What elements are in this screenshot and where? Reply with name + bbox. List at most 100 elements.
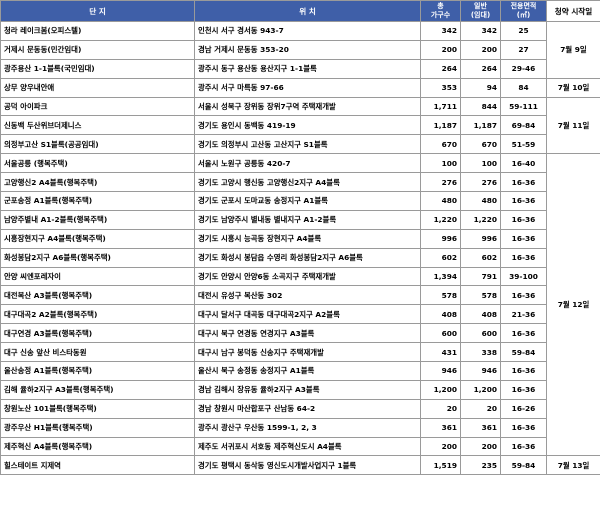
complex-name: 대구연경 A3블록(행복주택)	[0, 323, 195, 344]
table-row: 시흥장현지구 A4블록(행복주택) 경기도 시흥시 능곡동 장현지구 A4블록 …	[0, 228, 600, 249]
table-row: 대구연경 A3블록(행복주택) 대구시 북구 연경동 연경지구 A3블록 600…	[0, 323, 600, 344]
table-row: 대구대곡2 A2블록(행복주택) 대구시 달서구 대곡동 대구대곡2지구 A2블…	[0, 304, 600, 325]
complex-name: 제주혁신 A4블록(행복주택)	[0, 436, 195, 457]
general-units: 264	[460, 58, 501, 79]
header-general-bottom: (임대)	[470, 11, 491, 19]
table-row: 안양 씨엔포레자이 경기도 안양시 안양6동 소곡지구 주택재개발 1,394 …	[0, 266, 600, 287]
complex-location: 광주시 동구 용산동 용산지구 1-1블록	[194, 58, 421, 79]
total-units: 1,711	[420, 96, 461, 117]
general-units: 1,200	[460, 379, 501, 400]
complex-location: 경기도 안양시 안양6동 소곡지구 주택재개발	[194, 266, 421, 287]
total-units: 1,220	[420, 209, 461, 230]
header-total-units-top: 총	[437, 2, 444, 10]
general-units: 791	[460, 266, 501, 287]
exclusive-area: 16-36	[500, 247, 547, 268]
total-units: 276	[420, 172, 461, 193]
complex-location: 경기도 군포시 도마교동 송정지구 A1블록	[194, 191, 421, 211]
complex-location: 경기도 용인시 동백동 419-19	[194, 115, 421, 136]
complex-name: 안양 씨엔포레자이	[0, 266, 195, 287]
complex-name: 서울공릉 (행복주택)	[0, 153, 195, 174]
table-row: 힐스테이트 지제역 경기도 평택시 동삭동 영신도시개발사업지구 1블록 1,5…	[0, 455, 600, 476]
exclusive-area: 84	[500, 77, 547, 98]
complex-name: 화성봉담2지구 A6블록(행복주택)	[0, 247, 195, 268]
complex-name: 울산송정 A1블록(행복주택)	[0, 361, 195, 381]
total-units: 602	[420, 247, 461, 268]
table-row: 대전복산 A3블록(행복주택) 대전시 유성구 복산동 302 578 578 …	[0, 285, 600, 306]
start-date: 7월 10일	[546, 77, 600, 98]
complex-location: 경기도 시흥시 능곡동 장현지구 A4블록	[194, 228, 421, 249]
header-general: 일반 (임대)	[460, 0, 501, 22]
complex-name: 시흥장현지구 A4블록(행복주택)	[0, 228, 195, 249]
complex-location: 인천시 서구 경서동 943-7	[194, 21, 421, 41]
exclusive-area: 25	[500, 21, 547, 41]
table-row: 창원노산 101블록(행복주택) 경남 창원시 마산합포구 산남동 64-2 2…	[0, 398, 600, 419]
complex-location: 제주도 서귀포시 서호동 제주혁신도시 A4블록	[194, 436, 421, 457]
complex-location: 울산시 북구 송정동 송정지구 A1블록	[194, 361, 421, 381]
complex-name: 고양행신2 A4블록(행복주택)	[0, 172, 195, 193]
table-row: 신동백 두산위브더제니스 경기도 용인시 동백동 419-19 1,187 1,…	[0, 115, 600, 136]
exclusive-area: 16-36	[500, 417, 547, 438]
start-date: 7월 9일	[546, 21, 600, 79]
start-date: 7월 11일	[546, 96, 600, 155]
total-units: 200	[420, 39, 461, 60]
complex-name: 광주용산 1-1블록(국민임대)	[0, 58, 195, 79]
complex-location: 대구시 남구 봉덕동 신송지구 주택재개발	[194, 342, 421, 363]
general-units: 670	[460, 134, 501, 155]
general-units: 100	[460, 153, 501, 174]
general-units: 338	[460, 342, 501, 363]
header-total-units: 총 가구수	[420, 0, 461, 22]
start-date: 7월 12일	[546, 153, 600, 457]
header-location: 위 치	[194, 0, 421, 22]
subscription-schedule-table: 단 지 위 치 총 가구수 일반 (임대) 전용면적 (㎡) 청약 시작일 청라…	[0, 0, 600, 476]
total-units: 353	[420, 77, 461, 98]
exclusive-area: 51-59	[500, 134, 547, 155]
complex-location: 서울시 노원구 공릉동 420-7	[194, 153, 421, 174]
total-units: 1,519	[420, 455, 461, 476]
table-row: 울산송정 A1블록(행복주택) 울산시 북구 송정동 송정지구 A1블록 946…	[0, 361, 600, 381]
complex-name: 힐스테이트 지제역	[0, 455, 195, 476]
general-units: 408	[460, 304, 501, 325]
table-row: 청라 레이크봄(오피스텔) 인천시 서구 경서동 943-7 342 342 2…	[0, 21, 600, 79]
table-row: 대구 신송 앞산 비스타동원 대구시 남구 봉덕동 신송지구 주택재개발 431…	[0, 342, 600, 363]
header-date: 청약 시작일	[546, 0, 600, 22]
general-units: 200	[460, 436, 501, 457]
complex-location: 광주시 광산구 우산동 1599-1, 2, 3	[194, 417, 421, 438]
general-units: 480	[460, 191, 501, 211]
complex-name: 남양주별내 A1-2블록(행복주택)	[0, 209, 195, 230]
complex-name: 공덕 아이파크	[0, 96, 195, 117]
total-units: 600	[420, 323, 461, 344]
complex-location: 경기도 남양주시 별내동 별내지구 A1-2블록	[194, 209, 421, 230]
general-units: 342	[460, 21, 501, 41]
complex-location: 경남 김해시 장유동 율하2지구 A3블록	[194, 379, 421, 400]
total-units: 996	[420, 228, 461, 249]
total-units: 431	[420, 342, 461, 363]
general-units: 844	[460, 96, 501, 117]
complex-name: 김해 율하2지구 A3블록(행복주택)	[0, 379, 195, 400]
complex-location: 경기도 화성시 봉담읍 수영리 화성봉담2지구 A6블록	[194, 247, 421, 268]
table-row: 공덕 아이파크 서울시 성북구 장위동 장위7구역 주택재개발 1,711 84…	[0, 96, 600, 155]
exclusive-area: 16-36	[500, 228, 547, 249]
table-row: 의정부고산 S1블록(공공임대) 경기도 의정부시 고산동 고산지구 S1블록 …	[0, 134, 600, 155]
header-area-bottom: (㎡)	[516, 11, 531, 19]
complex-location: 대전시 유성구 복산동 302	[194, 285, 421, 306]
exclusive-area: 16-36	[500, 285, 547, 306]
complex-location: 경남 창원시 마산합포구 산남동 64-2	[194, 398, 421, 419]
complex-name: 광주우산 H1블록(행복주택)	[0, 417, 195, 438]
general-units: 602	[460, 247, 501, 268]
general-units: 235	[460, 455, 501, 476]
exclusive-area: 16-36	[500, 436, 547, 457]
complex-name: 상무 양우내안애	[0, 77, 195, 98]
header-area: 전용면적 (㎡)	[500, 0, 547, 22]
header-area-top: 전용면적	[510, 2, 537, 10]
total-units: 20	[420, 398, 461, 419]
table-row: 서울공릉 (행복주택) 서울시 노원구 공릉동 420-7 100 100 16…	[0, 153, 600, 457]
table-row: 광주용산 1-1블록(국민임대) 광주시 동구 용산동 용산지구 1-1블록 2…	[0, 58, 600, 79]
complex-name: 창원노산 101블록(행복주택)	[0, 398, 195, 419]
total-units: 1,200	[420, 379, 461, 400]
exclusive-area: 27	[500, 39, 547, 60]
total-units: 264	[420, 58, 461, 79]
exclusive-area: 16-36	[500, 323, 547, 344]
general-units: 94	[460, 77, 501, 98]
exclusive-area: 16-40	[500, 153, 547, 174]
complex-location: 대구시 달서구 대곡동 대구대곡2지구 A2블록	[194, 304, 421, 325]
